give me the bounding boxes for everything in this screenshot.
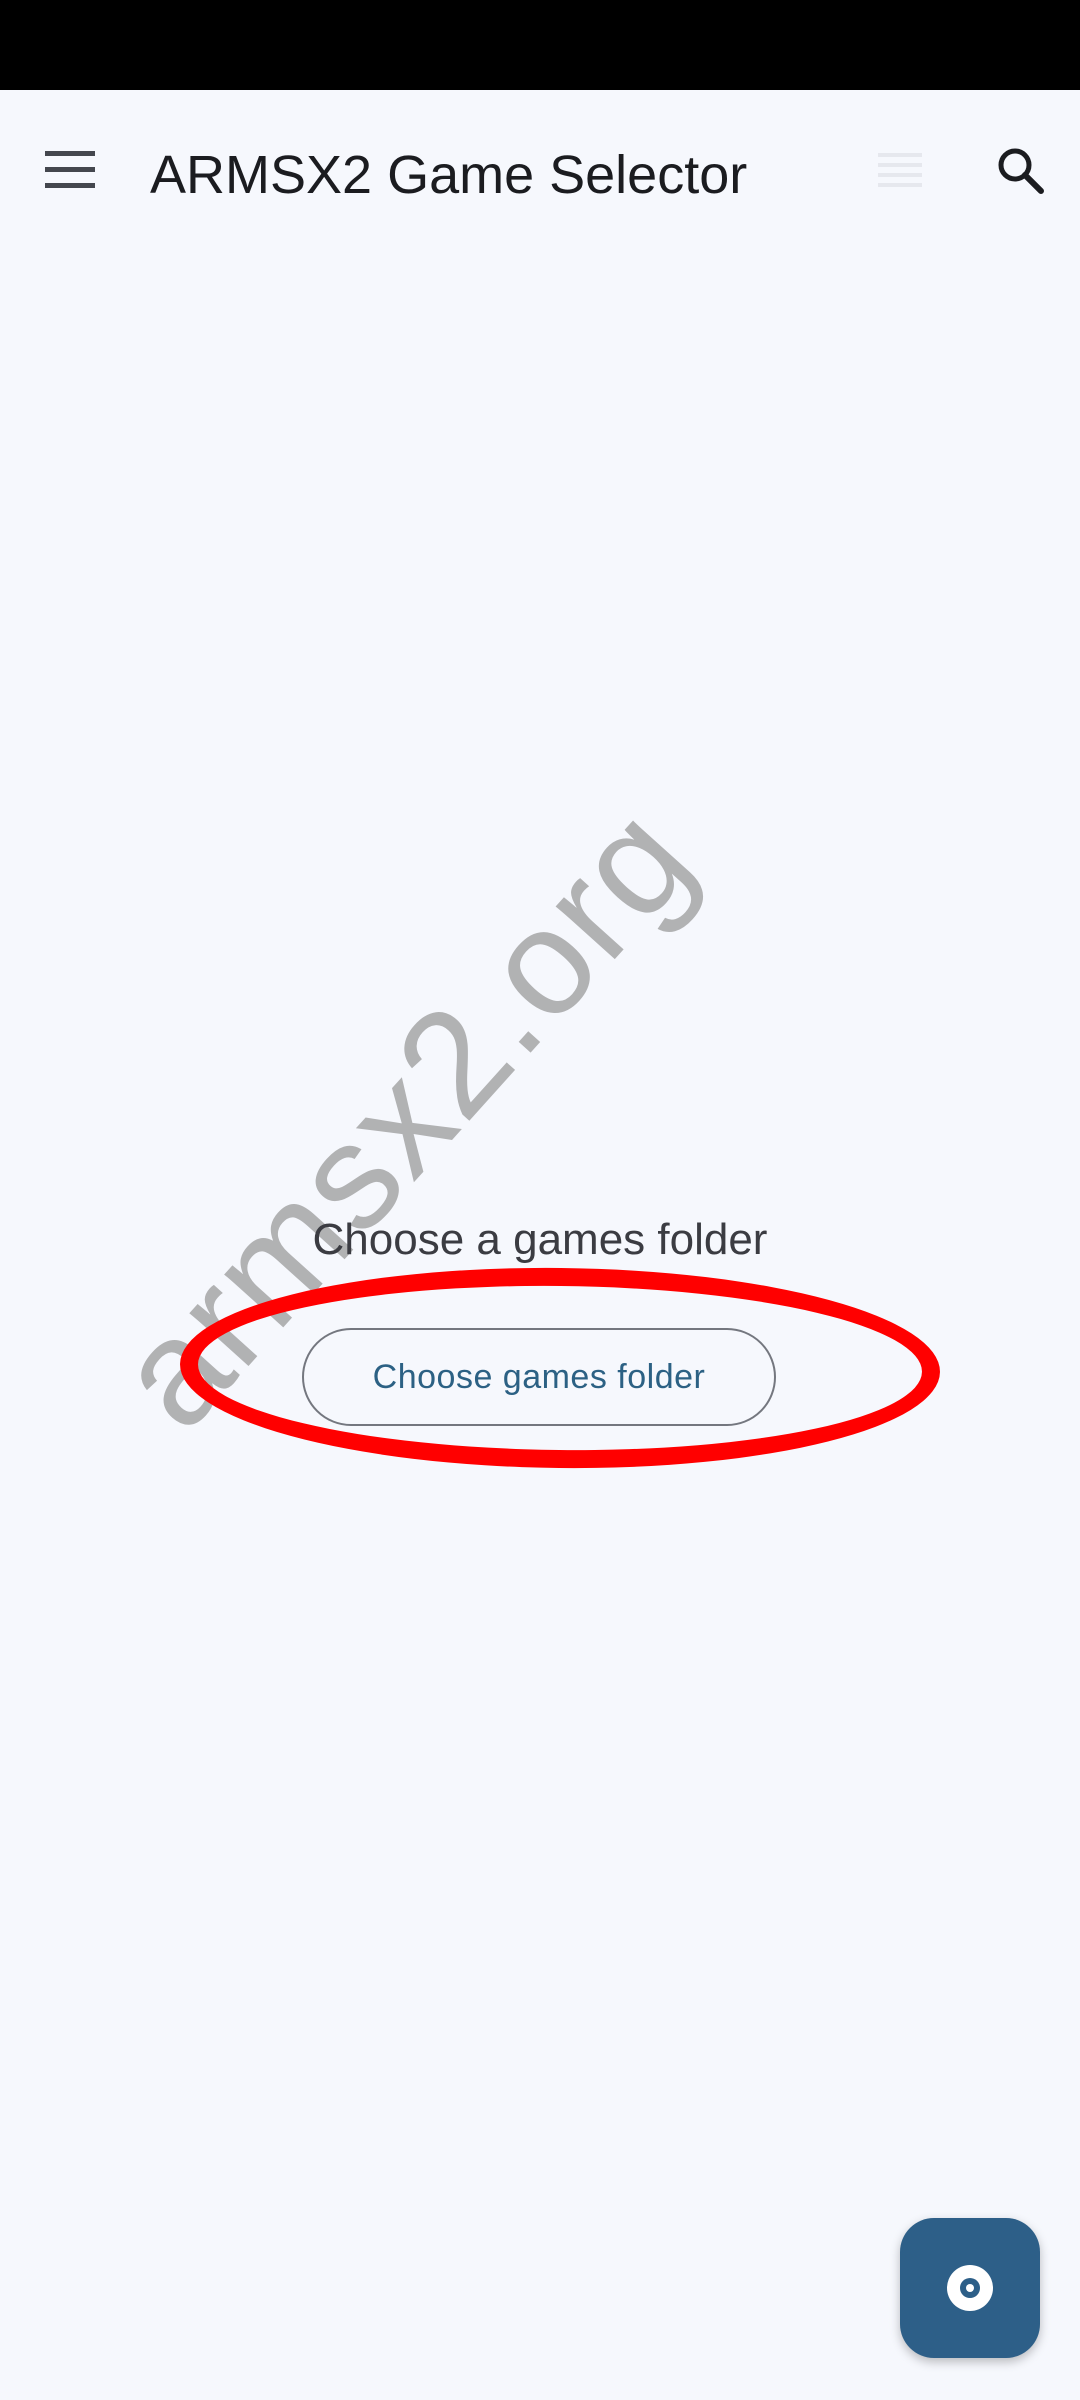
list-view-button[interactable]	[860, 130, 940, 210]
empty-state-message: Choose a games folder	[312, 1215, 768, 1264]
page-title: ARMSX2 Game Selector	[150, 145, 748, 205]
start-fab[interactable]	[900, 2218, 1040, 2358]
list-view-icon	[878, 153, 922, 187]
start-disc-icon	[947, 2265, 993, 2311]
hamburger-menu-icon	[45, 151, 95, 188]
search-button[interactable]	[980, 130, 1060, 210]
status-bar	[0, 0, 1080, 90]
app-bar: ARMSX2 Game Selector	[0, 90, 1080, 250]
menu-button[interactable]	[30, 130, 110, 210]
search-icon	[998, 148, 1044, 194]
choose-games-folder-button[interactable]: Choose games folder	[302, 1328, 776, 1426]
